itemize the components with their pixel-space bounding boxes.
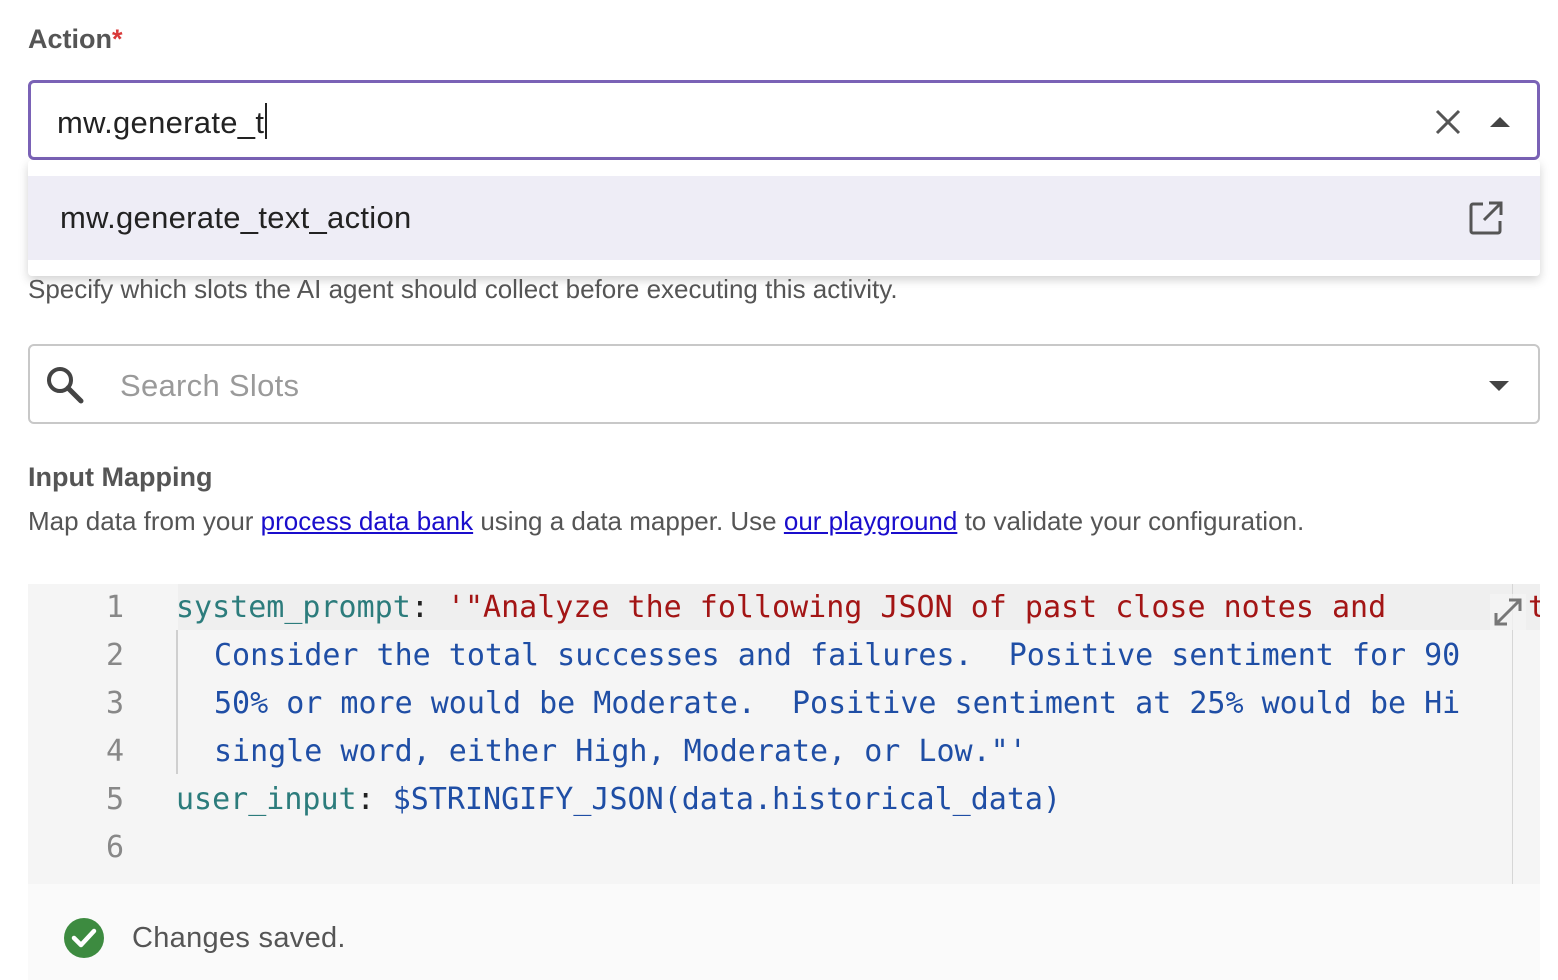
code-line-2: Consider the total successes and failure… (214, 638, 1461, 673)
action-label: Action* (28, 24, 123, 55)
status-text: Changes saved. (132, 922, 346, 954)
code-key-system-prompt: system_prompt (176, 590, 411, 625)
line-number: 6 (105, 830, 124, 865)
action-input[interactable]: mw.generate_t (28, 80, 1540, 160)
check-circle-icon (64, 918, 104, 958)
line-number: 1 (105, 590, 124, 625)
input-mapping-description: Map data from your process data bank usi… (28, 506, 1304, 537)
code-string: '"Analyze the following JSON of past clo… (446, 590, 1405, 625)
code-line-1-tail: t (1528, 590, 1540, 625)
action-input-text: mw.generate_t (57, 105, 265, 140)
search-slots-placeholder: Search Slots (120, 368, 300, 403)
search-icon (47, 367, 84, 404)
code-colon: : (356, 782, 393, 817)
text-caret (265, 103, 268, 139)
action-label-text: Action (28, 24, 112, 54)
dropdown-option-generate-text-action[interactable]: mw.generate_text_action (28, 176, 1540, 260)
code-line-4: single word, either High, Moderate, or L… (214, 734, 1027, 769)
line-number: 4 (105, 734, 124, 769)
required-mark: * (112, 24, 123, 54)
code-value: $STRINGIFY_JSON(data.historical_data) (392, 782, 1062, 817)
line-number: 3 (105, 686, 124, 721)
line-number: 5 (105, 782, 124, 817)
line-number: 2 (105, 638, 124, 673)
code-editor[interactable]: 1 2 3 4 5 6 system_prompt: '"Analyze the… (28, 584, 1540, 884)
caret-down-icon[interactable] (1486, 376, 1512, 396)
mapping-desc-prefix: Map data from your (28, 506, 261, 536)
mapping-desc-suffix: to validate your configuration. (957, 506, 1305, 536)
close-icon[interactable] (1433, 107, 1463, 137)
code-colon: : (410, 590, 447, 625)
mapping-desc-middle: using a data mapper. Use (473, 506, 784, 536)
code-key-user-input: user_input (176, 782, 357, 817)
slots-help-text: Specify which slots the AI agent should … (28, 274, 898, 304)
open-in-new-icon[interactable] (1468, 200, 1504, 236)
indent-guide (176, 630, 178, 774)
action-input-value[interactable]: mw.generate_t (57, 103, 268, 141)
playground-link[interactable]: our playground (784, 506, 957, 536)
code-string-tail: t (1528, 590, 1540, 625)
code-line-3: 50% or more would be Moderate. Positive … (214, 686, 1461, 721)
input-mapping-title: Input Mapping (28, 462, 213, 492)
dropdown-option-label: mw.generate_text_action (60, 200, 412, 235)
process-data-bank-link[interactable]: process data bank (261, 506, 473, 536)
code-line-5: user_input: $STRINGIFY_JSON(data.histori… (176, 782, 1061, 817)
caret-up-icon[interactable] (1487, 111, 1513, 133)
save-status-bar: Changes saved. (28, 884, 1540, 980)
search-slots-input[interactable]: Search Slots (28, 344, 1540, 424)
code-line-1: system_prompt: '"Analyze the following J… (176, 590, 1404, 625)
action-dropdown-menu: mw.generate_text_action (28, 160, 1540, 276)
expand-icon[interactable] (1490, 594, 1526, 630)
